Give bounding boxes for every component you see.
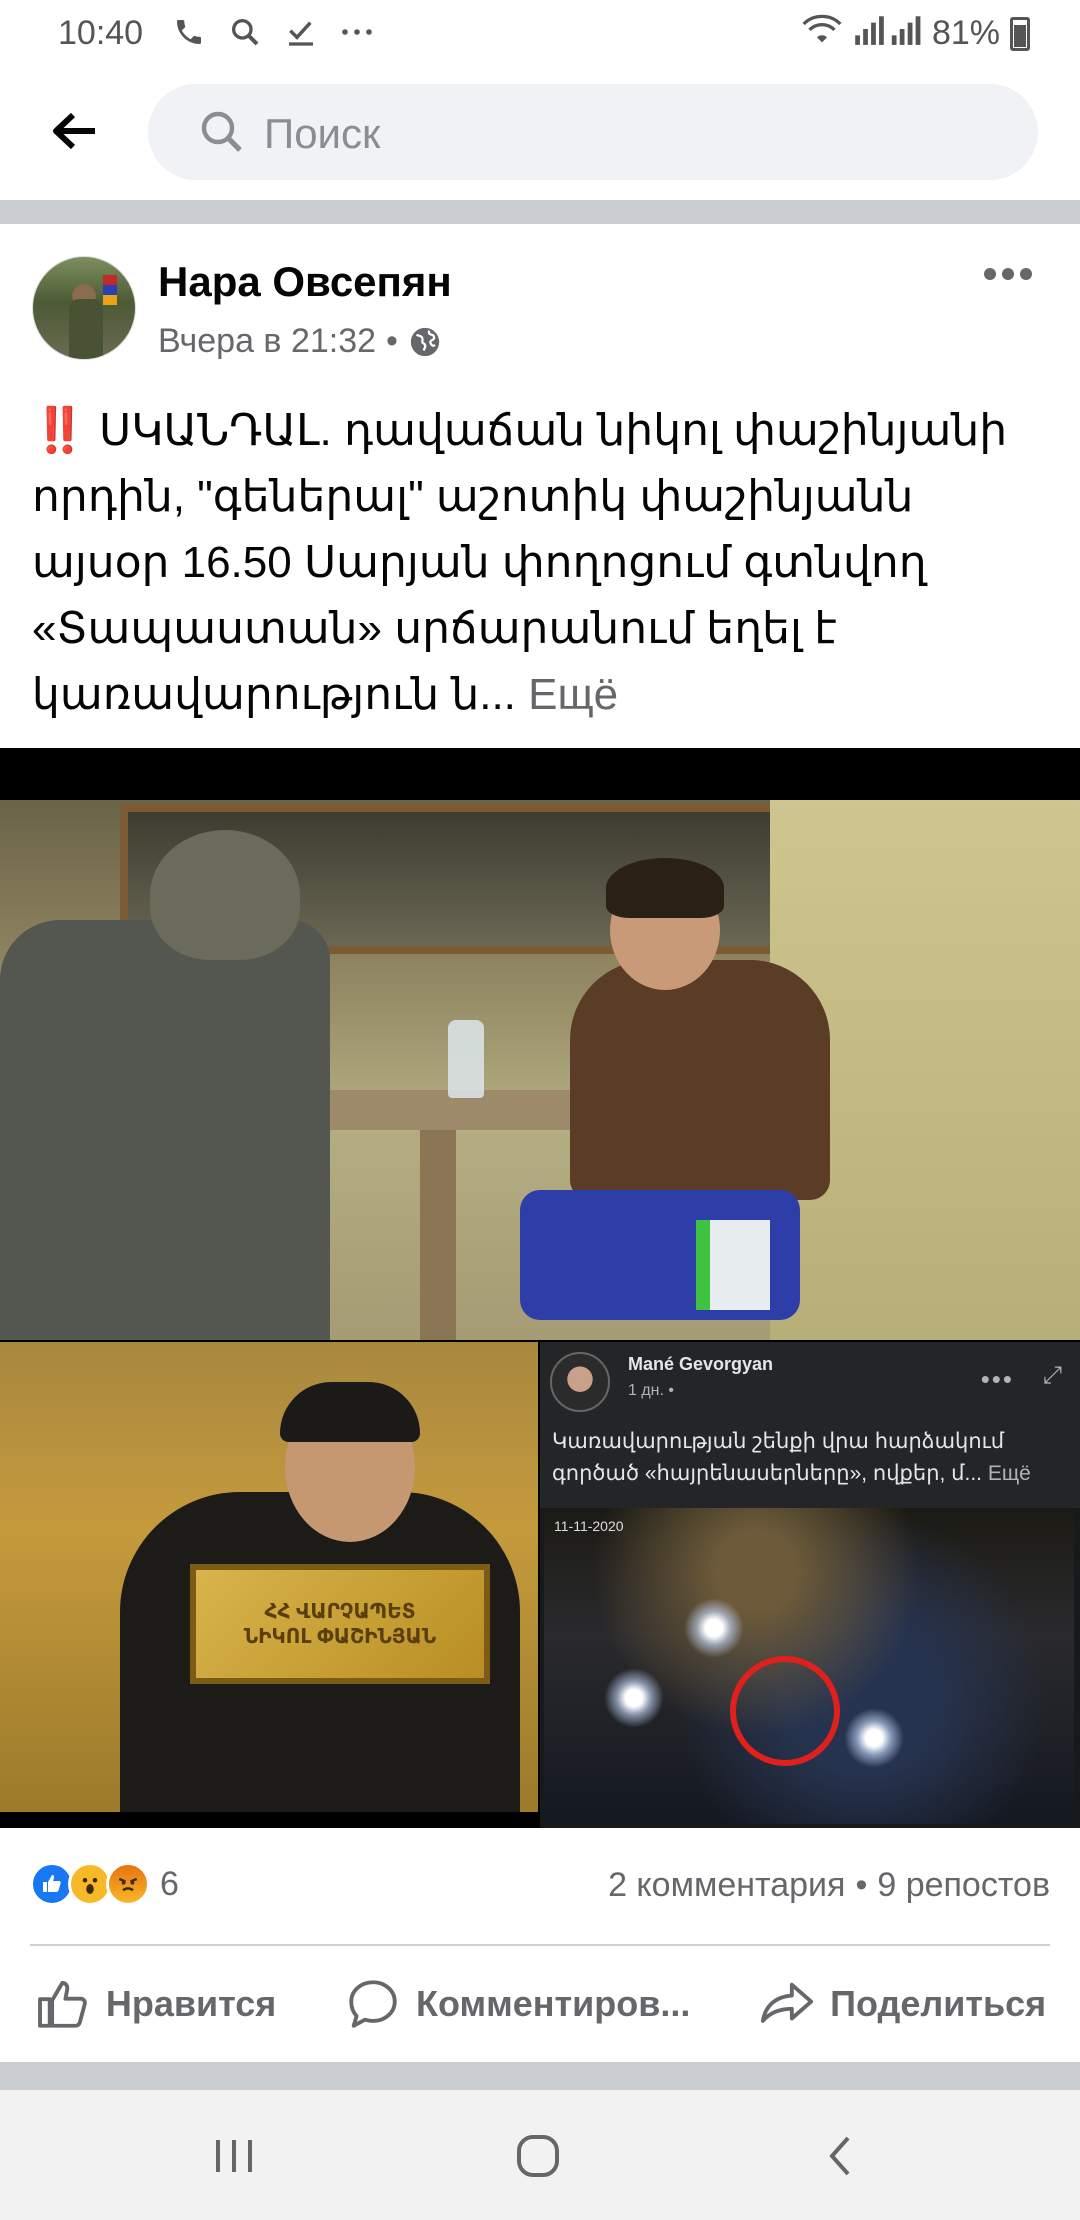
back-chevron-icon [829,2136,850,2176]
share-icon [760,1982,814,2023]
globe-icon [410,327,440,356]
photo-sign-scene: ՀՀ ՎԱՐՉԱՊԵՏ ՆԻԿՈԼ ՓԱՇԻՆՅԱՆ [0,1342,538,1812]
section-separator [0,2062,1080,2090]
embedded-author: Mané Gevorgyan [628,1354,774,1374]
embedded-post-screenshot: Mané Gevorgyan 1 дн. • ••• ⤢ Կառավարությ… [540,1342,1080,1828]
photo-person-right-pants [520,1190,800,1320]
sign-line-1: ՀՀ ՎԱՐՉԱՊԵՏ [264,1601,416,1623]
wifi-icon [802,12,842,55]
recent-apps-icon [216,2140,252,2172]
photo-person-left-head [150,830,300,960]
embedded-timestamp: 11-11-2020 [554,1518,624,1534]
status-icons [170,12,376,52]
author-avatar[interactable] [32,256,136,360]
status-time: 10:40 [58,14,144,52]
embedded-more-icon: ••• [980,1364,1014,1394]
sign-line-2: ՆԻԿՈԼ ՓԱՇԻՆՅԱՆ [243,1626,437,1648]
engagement-stats: 2 комментария • 9 репостов [608,1866,1050,1905]
home-icon [517,2135,559,2177]
red-highlight-circle [730,1656,840,1766]
photo-cafe-scene [0,800,1080,1340]
reactions-row: 6 2 комментария • 9 репостов [30,1862,1050,1916]
status-right: 81% [802,12,1030,55]
avatar-figure [69,299,103,359]
photo-person-left [0,920,330,1340]
more-dot [984,268,996,280]
photo-person-right-hair [606,858,724,918]
post-photo[interactable]: ՀՀ ՎԱՐՉԱՊԵՏ ՆԻԿՈԼ ՓԱՇԻՆՅԱՆ Mané Gevorgya… [0,748,1080,1828]
search-header: Поиск [0,66,1080,200]
more-icon [338,12,376,52]
recent-apps-button[interactable] [204,2128,264,2184]
back-arrow-icon [53,112,95,150]
signal-icon [852,12,922,55]
nameplate-sign: ՀՀ ՎԱՐՉԱՊԵՏ ՆԻԿՈԼ ՓԱՇԻՆՅԱՆ [190,1564,490,1684]
photo-person-right [570,960,830,1200]
back-nav-button[interactable] [810,2128,870,2184]
share-button[interactable]: Поделиться [758,1975,1046,2033]
avatar-flag [103,275,117,305]
more-dot [1020,268,1032,280]
photo-table-leg [420,1130,456,1340]
home-button[interactable] [508,2128,568,2184]
reaction-summary[interactable]: 6 [30,1862,179,1906]
embedded-meta: 1 дн. • [628,1382,675,1399]
embedded-expand-icon: ⤢ [1042,1362,1062,1389]
phone-icon [170,12,208,52]
meta-separator: • [386,322,398,360]
shares-count[interactable]: 9 репостов [877,1866,1050,1905]
battery-percent: 81% [931,14,1000,52]
section-separator [0,200,1080,224]
photo-bottle [448,1020,484,1098]
stats-separator: • [855,1866,868,1904]
post-time[interactable]: Вчера в 21:32 [158,322,376,361]
search-icon [226,12,264,52]
double-exclamation-icon: ‼️ [32,406,87,455]
actions-divider [30,1944,1050,1946]
embedded-avatar [550,1352,610,1412]
share-label: Поделиться [830,1983,1047,2024]
reaction-count: 6 [160,1864,179,1903]
battery-icon [1010,16,1030,51]
photo-man-cap [280,1382,420,1442]
search-input[interactable]: Поиск [148,84,1038,180]
embedded-crowd-photo: 11-11-2020 [544,1508,1074,1824]
thumbs-up-icon [37,1981,87,2028]
back-button[interactable] [48,102,100,160]
post-text: ‼️ ՍԿԱՆԴԱԼ. դավաճան նիկոլ փաշինյանի որդի… [32,398,1052,728]
post-meta: Вчера в 21:32 • [158,322,442,361]
more-dot [1002,268,1014,280]
embedded-post-header: Mané Gevorgyan 1 дн. • ••• ⤢ Կառավարությ… [540,1342,1080,1508]
embedded-see-more: Ещё [982,1462,1031,1485]
like-label: Нравится [105,1983,277,2024]
search-icon [201,111,242,152]
embedded-text: Կառավարության շենքի վրա հարձակում գործած… [552,1426,1072,1490]
camera-flash [604,1668,664,1728]
search-placeholder: Поиск [264,110,381,157]
status-bar: 10:40 81% [0,0,1080,66]
comments-count[interactable]: 2 комментария [608,1866,845,1905]
angry-reaction-icon [106,1862,150,1906]
system-nav-bar [0,2090,1080,2220]
check-icon [282,12,320,52]
post-author[interactable]: Нара Овсепян [158,258,452,306]
like-button[interactable]: Нравится [34,1975,276,2033]
see-more-link[interactable]: Ещё [516,670,618,719]
post-options-button[interactable] [984,262,1034,286]
camera-flash [684,1598,744,1658]
comment-button[interactable]: Комментиров... [344,1975,690,2033]
embedded-body: Կառավարության շենքի վրա հարձակում գործած… [552,1430,1005,1485]
comment-label: Комментиров... [416,1983,691,2024]
comment-icon [349,1980,397,2028]
post-actions: Нравится Комментиров... Поделиться [0,1958,1080,2050]
camera-flash [844,1708,904,1768]
